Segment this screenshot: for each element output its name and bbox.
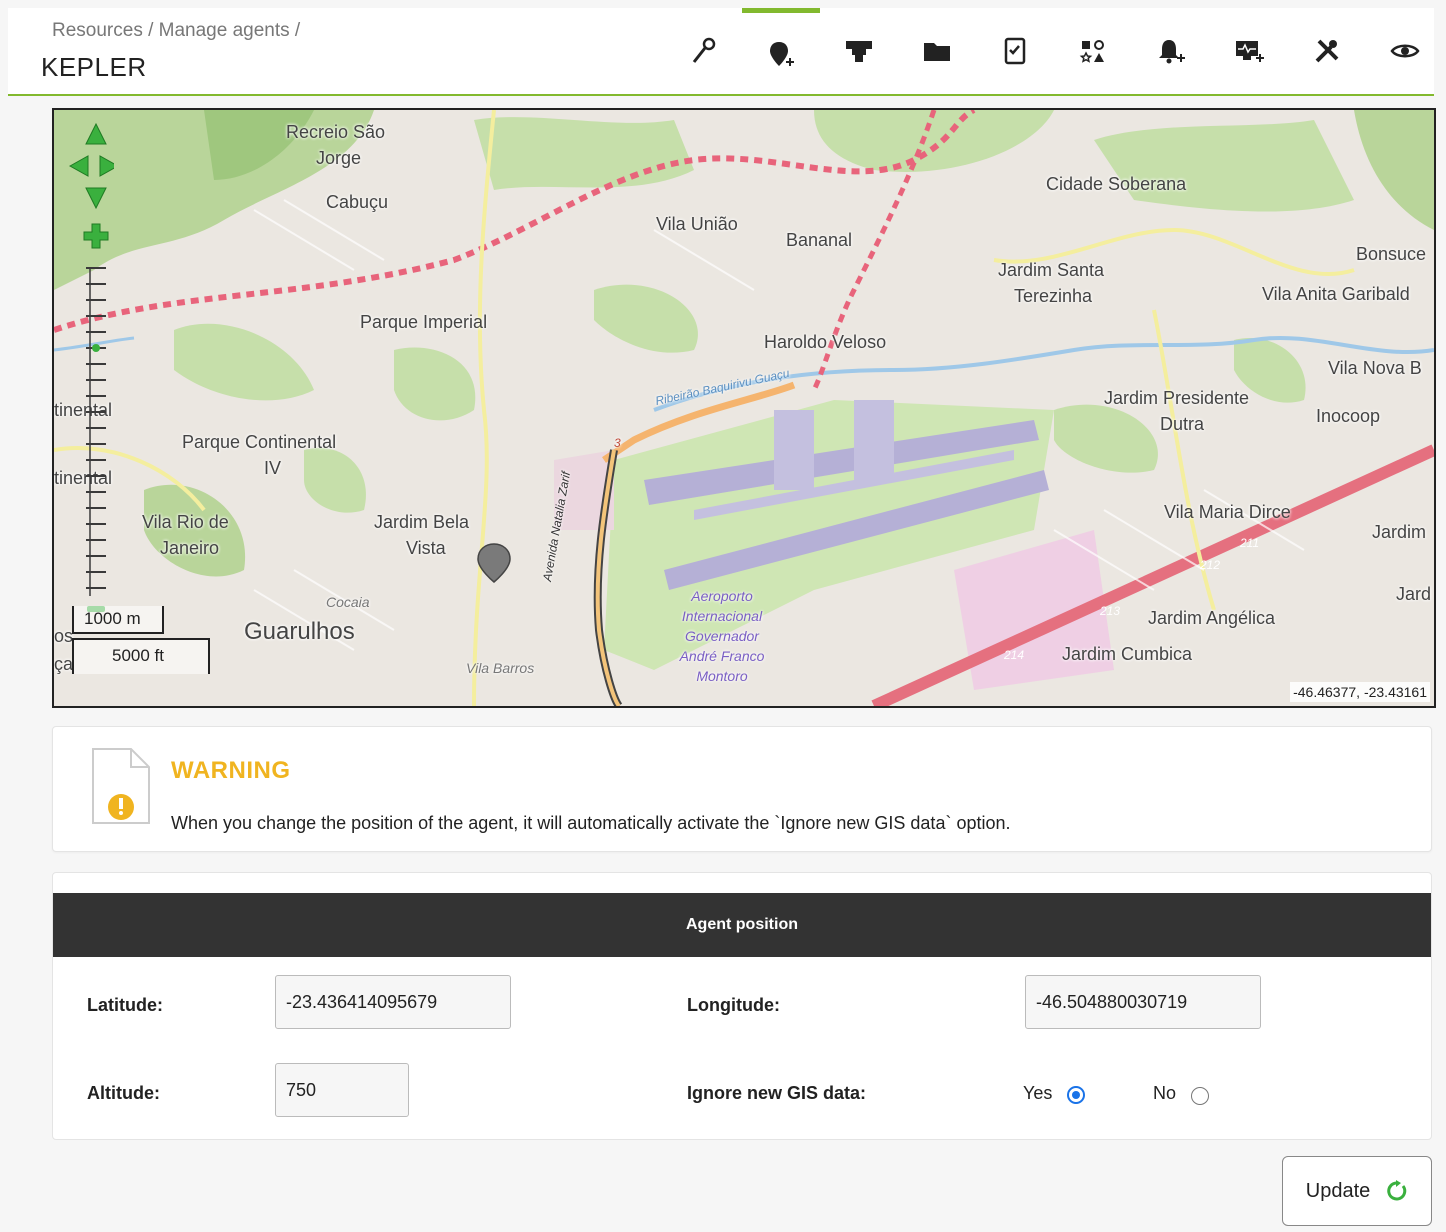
place-label: Jardim Presidente (1104, 388, 1250, 408)
place-label: Inocoop (1316, 406, 1381, 426)
place-label: Vila Maria Dirce (1164, 502, 1291, 522)
airport-label-line: Internacional (681, 608, 763, 624)
radio-no-label: No (1153, 1083, 1177, 1103)
place-label: Cocaia (326, 594, 370, 610)
warning-box: WARNING When you change the position of … (52, 726, 1432, 852)
folder-icon (924, 43, 950, 61)
checklist-icon (1004, 37, 1026, 65)
place-label: ça (54, 654, 74, 674)
place-label: Jardim Santa (998, 260, 1105, 280)
tab-gis[interactable] (742, 8, 820, 94)
airport-label-line: Aeroporto (691, 588, 753, 604)
place-label: Vila Nova B (1328, 358, 1422, 378)
tab-setup[interactable] (664, 8, 742, 94)
mouse-coordinates: -46.46377, -23.43161 (1290, 682, 1430, 702)
place-label: Terezinha (1014, 286, 1093, 306)
tab-tools[interactable] (1288, 8, 1366, 94)
place-label: Dutra (1160, 414, 1205, 434)
tab-alerts[interactable] (1132, 8, 1210, 94)
pan-right-icon[interactable] (99, 155, 120, 177)
ignore-gis-yes-radio[interactable] (1067, 1086, 1085, 1104)
road-label: 213 (1100, 604, 1121, 618)
zoom-slider-handle[interactable] (92, 344, 100, 352)
ignore-gis-no-radio[interactable] (1191, 1087, 1209, 1105)
road-label: 212 (1200, 558, 1221, 572)
airport-label: Aeroporto Internacional Governador André… (656, 586, 788, 686)
airport-label-line: Montoro (696, 668, 748, 684)
bell-plus-icon (1159, 40, 1185, 64)
latitude-label: Latitude: (87, 995, 163, 1015)
map-pin-plus-icon (770, 41, 794, 66)
warning-title: WARNING (171, 757, 291, 784)
tools-icon (1315, 39, 1339, 63)
altitude-label: Altitude: (87, 1083, 160, 1103)
tab-services[interactable] (1210, 8, 1288, 94)
place-label: Jorge (316, 148, 362, 168)
place-label: Jardim (1372, 522, 1427, 542)
pan-left-icon[interactable] (68, 155, 89, 177)
altitude-input[interactable] (275, 1063, 409, 1117)
scale-meters: 1000 m (72, 606, 164, 634)
shapes-icon (1079, 40, 1104, 63)
agent-location-marker-icon[interactable] (476, 542, 512, 584)
monitor-plus-icon (1236, 41, 1264, 62)
place-label: Cabuçu (326, 192, 389, 212)
radio-yes-label: Yes (1023, 1083, 1053, 1103)
road-label: 3 (614, 436, 621, 450)
map-navigation (66, 120, 120, 650)
road-label: 214 (1004, 648, 1025, 662)
airport-label-line: Governador (685, 628, 759, 644)
scale-feet: 5000 ft (72, 638, 210, 674)
place-label: Bonsuce (1356, 244, 1427, 264)
place-label: Vila Anita Garibald (1262, 284, 1410, 304)
longitude-label: Longitude: (687, 995, 780, 1015)
latitude-input[interactable] (275, 975, 511, 1029)
panel-heading: Agent position (53, 893, 1431, 957)
place-label: Parque Imperial (360, 312, 488, 332)
page-header: Resources / Manage agents / KEPLER (8, 8, 1434, 96)
wrench-key-icon (692, 37, 716, 63)
warning-document-icon (92, 748, 150, 824)
place-label: Vila Rio de (142, 512, 229, 532)
pan-down-icon[interactable] (85, 187, 107, 210)
warning-message: When you change the position of the agen… (171, 813, 1011, 833)
place-label: Janeiro (160, 538, 220, 558)
agent-tabs (664, 8, 1444, 94)
place-label: Bananal (786, 230, 853, 250)
tab-inventory[interactable] (976, 8, 1054, 94)
network-icon (846, 41, 872, 62)
place-label: Jardim Cumbica (1062, 644, 1193, 664)
place-label: Vila Barros (466, 660, 535, 676)
place-label: Haroldo Veloso (764, 332, 887, 352)
gis-map[interactable]: Recreio São Jorge Cabuçu Vila União Bana… (52, 108, 1436, 708)
page-title: KEPLER (41, 52, 147, 82)
road-label: 211 (1240, 536, 1260, 550)
place-label: IV (264, 458, 282, 478)
place-label: Recreio São (286, 122, 386, 142)
pan-up-icon[interactable] (85, 122, 107, 145)
ignore-gis-label: Ignore new GIS data: (687, 1083, 867, 1103)
tab-collections[interactable] (898, 8, 976, 94)
update-button[interactable]: Update (1282, 1156, 1432, 1226)
tab-view[interactable] (1366, 8, 1444, 94)
breadcrumb[interactable]: Resources / Manage agents / (52, 20, 300, 42)
place-label: Vila União (656, 214, 738, 234)
eye-icon (1390, 44, 1420, 58)
zoom-in-icon[interactable] (83, 223, 109, 249)
agent-position-panel: Agent position Latitude: Longitude: Alti… (52, 872, 1432, 1140)
place-label: Jard (1396, 584, 1432, 604)
place-label: Guarulhos (244, 618, 355, 645)
place-label: Vista (406, 538, 446, 558)
refresh-icon (1387, 1180, 1407, 1201)
tab-network[interactable] (820, 8, 898, 94)
pan-zoom-control (68, 122, 120, 612)
update-button-label: Update (1305, 1179, 1371, 1202)
longitude-input[interactable] (1025, 975, 1261, 1029)
place-label: Cidade Soberana (1046, 174, 1187, 194)
place-label: Parque Continental (182, 432, 337, 452)
place-label: Jardim Bela (374, 512, 470, 532)
airport-label-line: André Franco (679, 648, 765, 664)
tab-modules[interactable] (1054, 8, 1132, 94)
place-label: Jardim Angélica (1148, 608, 1276, 628)
